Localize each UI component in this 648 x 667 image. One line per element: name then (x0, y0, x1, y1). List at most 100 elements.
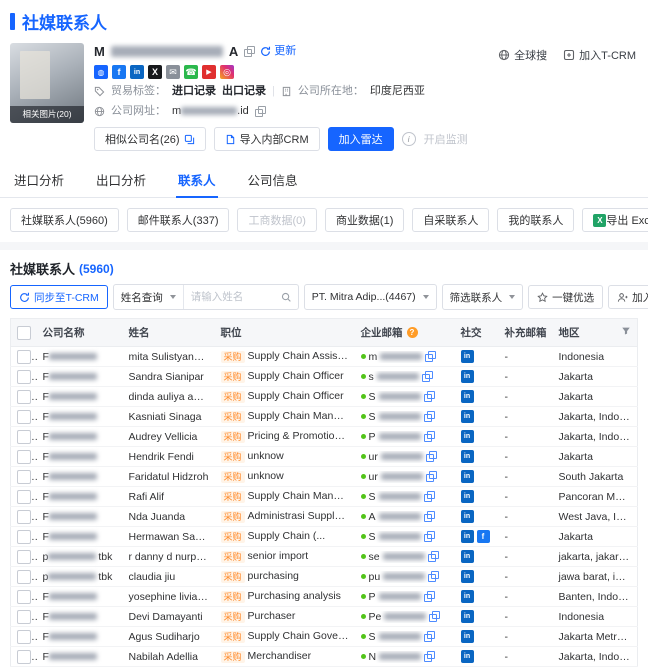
row-checkbox[interactable] (17, 649, 31, 664)
export-record-link[interactable]: 出口记录 (222, 83, 266, 99)
linkedin-icon[interactable]: in (460, 350, 474, 363)
subtab-social-contacts[interactable]: 社媒联系人(5960) (10, 208, 119, 232)
contact-filter-select[interactable]: 筛选联系人 (441, 284, 524, 310)
table-row[interactable]: F Audrey Vellicia 采购 Pricing & Promotion … (10, 426, 638, 447)
table-row[interactable]: F Faridatul Hidzroh 采购 unknow ur in - Sou… (10, 466, 638, 487)
table-row[interactable]: F Sandra Sianipar 采购 Supply Chain Officer… (10, 366, 638, 387)
copy-email-icon[interactable] (423, 431, 435, 442)
youtube-icon[interactable]: ▶ (202, 65, 216, 79)
row-checkbox[interactable] (17, 429, 31, 444)
select-all-checkbox[interactable] (17, 325, 31, 340)
row-checkbox[interactable] (17, 469, 31, 484)
linkedin-icon[interactable]: in (460, 590, 474, 603)
linkedin-icon[interactable]: in (460, 550, 474, 563)
row-checkbox[interactable] (17, 449, 31, 464)
row-checkbox[interactable] (17, 389, 31, 404)
search-icon[interactable] (281, 292, 298, 303)
facebook-icon[interactable]: f (476, 530, 490, 543)
row-checkbox[interactable] (17, 589, 31, 604)
copy-email-icon[interactable] (423, 591, 435, 602)
copy-email-icon[interactable] (423, 531, 435, 542)
copy-email-icon[interactable] (424, 651, 436, 662)
row-checkbox[interactable] (17, 509, 31, 524)
email-icon[interactable]: ✉ (166, 65, 180, 79)
linkedin-icon[interactable]: in (460, 490, 474, 503)
join-tcrm-link[interactable]: 加入T-CRM (563, 47, 636, 63)
start-monitor-button[interactable]: 开启监测 (424, 131, 468, 147)
copy-email-icon[interactable] (429, 611, 441, 622)
copy-website-icon[interactable] (254, 105, 266, 117)
name-search-input[interactable] (183, 291, 281, 303)
table-row[interactable]: F Hendrik Fendi 采购 unknow ur in - Jakarta (10, 446, 638, 467)
one-click-optimize-button[interactable]: 一键优选 (528, 285, 604, 309)
copy-email-icon[interactable] (423, 391, 435, 402)
linkedin-icon[interactable]: in (460, 450, 474, 463)
similar-companies-button[interactable]: 相似公司名(26) (94, 127, 206, 151)
subtab-my-contacts[interactable]: 我的联系人 (497, 208, 575, 232)
help-icon[interactable]: ? (406, 327, 418, 338)
linkedin-icon[interactable]: in (460, 530, 474, 543)
company-photo[interactable]: 相关图片(20) (10, 43, 84, 123)
table-row[interactable]: F Agus Sudiharjo 采购Supply Chain Governan… (10, 626, 638, 647)
tab-import-analysis[interactable]: 进口分析 (12, 161, 66, 198)
name-query-select[interactable]: 姓名查询 (114, 285, 184, 309)
table-row[interactable]: F Devi Damayanti 采购 Purchaser Pe in - Ind… (10, 606, 638, 627)
copy-email-icon[interactable] (427, 551, 439, 562)
company-filter-select[interactable]: PT. Mitra Adip...(4467) (303, 284, 437, 310)
row-checkbox[interactable] (17, 549, 31, 564)
tab-contacts[interactable]: 联系人 (176, 161, 218, 198)
linkedin-icon[interactable]: in (460, 410, 474, 423)
filter-icon[interactable] (621, 326, 631, 339)
table-row[interactable]: F Kasniati Sinaga 采购Supply Chain Managem… (10, 406, 638, 427)
row-checkbox[interactable] (17, 569, 31, 584)
row-checkbox[interactable] (17, 349, 31, 364)
row-checkbox[interactable] (17, 529, 31, 544)
subtab-email-contacts[interactable]: 邮件联系人(337) (126, 208, 230, 232)
import-record-link[interactable]: 进口记录 (172, 83, 216, 99)
table-row[interactable]: F Nda Juanda 采购Administrasi Supply Chain… (10, 506, 638, 527)
linkedin-icon[interactable]: in (460, 390, 474, 403)
row-checkbox[interactable] (17, 409, 31, 424)
global-search-link[interactable]: 全球搜 (498, 47, 547, 63)
copy-email-icon[interactable] (425, 351, 437, 362)
copy-email-icon[interactable] (423, 491, 435, 502)
copy-email-icon[interactable] (423, 511, 435, 522)
import-crm-button[interactable]: 导入内部CRM (213, 127, 320, 151)
table-row[interactable]: F mita Sulistyandari 采购 Supply Chain Assi… (10, 346, 638, 367)
linkedin-icon[interactable]: in (460, 570, 474, 583)
table-row[interactable]: p tbk claudia jiu 采购 purchasing pu in - ja… (10, 566, 638, 587)
copy-email-icon[interactable] (428, 571, 440, 582)
linkedin-icon[interactable]: in (460, 510, 474, 523)
table-row[interactable]: F yosephine liviane 采购 Purchasing analysi… (10, 586, 638, 607)
copy-email-icon[interactable] (425, 451, 437, 462)
refresh-button[interactable]: 更新 (260, 43, 296, 60)
table-row[interactable]: F dinda auliya adha 采购 Supply Chain Offic… (10, 386, 638, 407)
copy-email-icon[interactable] (423, 411, 435, 422)
row-checkbox[interactable] (17, 609, 31, 624)
join-radar-button[interactable]: 加入雷达 (327, 127, 394, 151)
linkedin-icon[interactable]: in (460, 430, 474, 443)
info-icon[interactable]: i (401, 132, 416, 146)
add-my-contacts-button[interactable]: 加入我的联系人 (608, 285, 648, 309)
subtab-self-collected[interactable]: 自采联系人 (412, 208, 490, 232)
website-icon[interactable]: ◍ (94, 65, 108, 79)
subtab-business-registry[interactable]: 工商数据(0) (237, 208, 317, 232)
linkedin-icon[interactable]: in (460, 370, 474, 383)
sync-tcrm-button[interactable]: 同步至T-CRM (10, 285, 108, 309)
instagram-icon[interactable]: ◎ (220, 65, 234, 79)
phone-icon[interactable]: ☎ (184, 65, 198, 79)
facebook-icon[interactable]: f (112, 65, 126, 79)
row-checkbox[interactable] (17, 489, 31, 504)
export-excel-button[interactable]: X 导出 Excel (582, 208, 648, 232)
row-checkbox[interactable] (17, 629, 31, 644)
linkedin-icon[interactable]: in (460, 650, 474, 663)
copy-company-name-icon[interactable] (244, 46, 256, 57)
x-twitter-icon[interactable]: X (148, 65, 162, 79)
copy-email-icon[interactable] (421, 371, 433, 382)
copy-email-icon[interactable] (425, 471, 437, 482)
copy-email-icon[interactable] (423, 631, 435, 642)
linkedin-icon[interactable]: in (460, 630, 474, 643)
tab-export-analysis[interactable]: 出口分析 (94, 161, 148, 198)
linkedin-icon[interactable]: in (460, 470, 474, 483)
table-row[interactable]: F Rafi Alif 采购Supply Chain Management ..… (10, 486, 638, 507)
